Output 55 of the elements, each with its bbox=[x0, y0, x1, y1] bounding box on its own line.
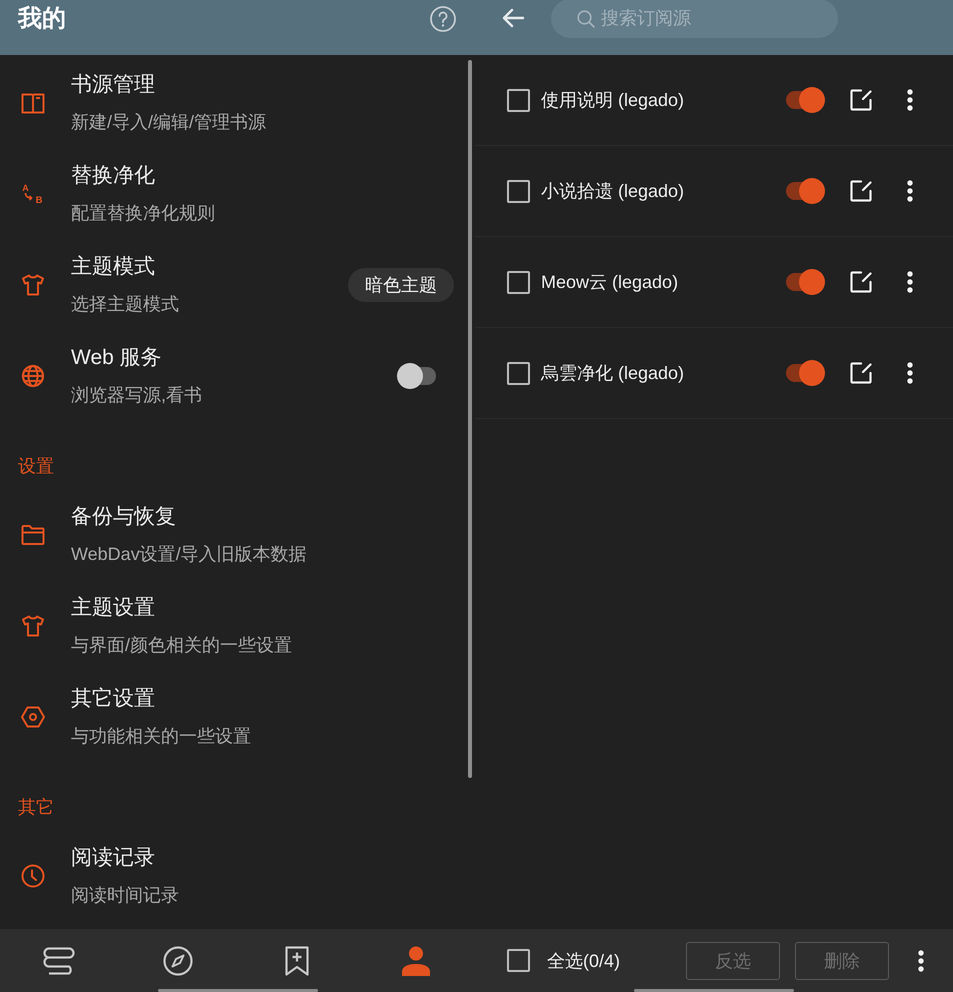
item-subtitle: 阅读时间记录 bbox=[71, 884, 179, 907]
shirt-icon bbox=[21, 614, 45, 638]
back-arrow-icon[interactable] bbox=[501, 6, 525, 30]
compass-icon[interactable] bbox=[163, 946, 194, 976]
source-name: Meow云 (legado) bbox=[541, 271, 678, 294]
item-title[interactable]: 主题模式 bbox=[71, 253, 155, 281]
source-name: 使用说明 (legado) bbox=[541, 89, 684, 112]
item-subtitle: 新建/导入/编辑/管理书源 bbox=[71, 111, 266, 134]
page-title: 我的 bbox=[18, 4, 66, 34]
globe-icon bbox=[21, 364, 45, 388]
item-subtitle: 浏览器写源,看书 bbox=[71, 384, 202, 407]
help-icon[interactable] bbox=[430, 6, 456, 32]
edit-icon[interactable] bbox=[850, 271, 872, 293]
person-icon[interactable] bbox=[402, 946, 430, 976]
search-field[interactable]: 搜索订阅源 bbox=[551, 0, 838, 38]
bookshelf-icon[interactable] bbox=[43, 946, 76, 974]
item-title[interactable]: 替换净化 bbox=[71, 162, 155, 190]
item-subtitle: 与功能相关的一些设置 bbox=[71, 725, 251, 748]
more-options-icon[interactable] bbox=[918, 950, 924, 972]
folder-icon bbox=[21, 524, 45, 546]
source-name: 烏雲净化 (legado) bbox=[541, 362, 684, 385]
section-header: 其它 bbox=[18, 796, 54, 819]
more-options-icon[interactable] bbox=[907, 180, 913, 202]
source-name: 小说拾遗 (legado) bbox=[541, 180, 684, 203]
bookmark-add-icon[interactable] bbox=[284, 946, 309, 976]
item-subtitle: 配置替换净化规则 bbox=[71, 202, 215, 225]
item-subtitle: 选择主题模式 bbox=[71, 293, 179, 316]
checkbox[interactable] bbox=[507, 362, 530, 384]
clock-icon bbox=[21, 864, 45, 888]
item-title[interactable]: 书源管理 bbox=[71, 71, 155, 99]
checkbox[interactable] bbox=[507, 88, 530, 112]
theme-mode-chip[interactable]: 暗色主题 bbox=[348, 268, 454, 302]
select-all-label[interactable]: 全选(0/4) bbox=[547, 948, 620, 972]
section-header: 设置 bbox=[18, 455, 54, 478]
book-icon bbox=[21, 92, 45, 114]
item-title[interactable]: Web 服务 bbox=[71, 344, 162, 372]
more-options-icon[interactable] bbox=[907, 271, 913, 293]
scrollbar[interactable] bbox=[468, 60, 472, 778]
item-title[interactable]: 主题设置 bbox=[71, 594, 155, 622]
item-title[interactable]: 备份与恢复 bbox=[71, 503, 176, 531]
item-subtitle: 与界面/颜色相关的一些设置 bbox=[71, 634, 292, 657]
hexagon-nut-icon bbox=[21, 706, 45, 728]
edit-icon[interactable] bbox=[850, 89, 872, 111]
edit-icon[interactable] bbox=[850, 180, 872, 202]
checkbox[interactable] bbox=[507, 270, 530, 294]
checkbox[interactable] bbox=[507, 949, 530, 972]
item-subtitle: WebDav设置/导入旧版本数据 bbox=[71, 543, 307, 566]
more-options-icon[interactable] bbox=[907, 362, 913, 384]
checkbox[interactable] bbox=[507, 180, 530, 202]
shirt-icon bbox=[21, 272, 45, 296]
search-icon bbox=[577, 10, 595, 28]
edit-icon[interactable] bbox=[850, 362, 872, 384]
item-title[interactable]: 阅读记录 bbox=[71, 844, 155, 872]
item-title[interactable]: 其它设置 bbox=[71, 685, 155, 713]
more-options-icon[interactable] bbox=[907, 89, 913, 111]
